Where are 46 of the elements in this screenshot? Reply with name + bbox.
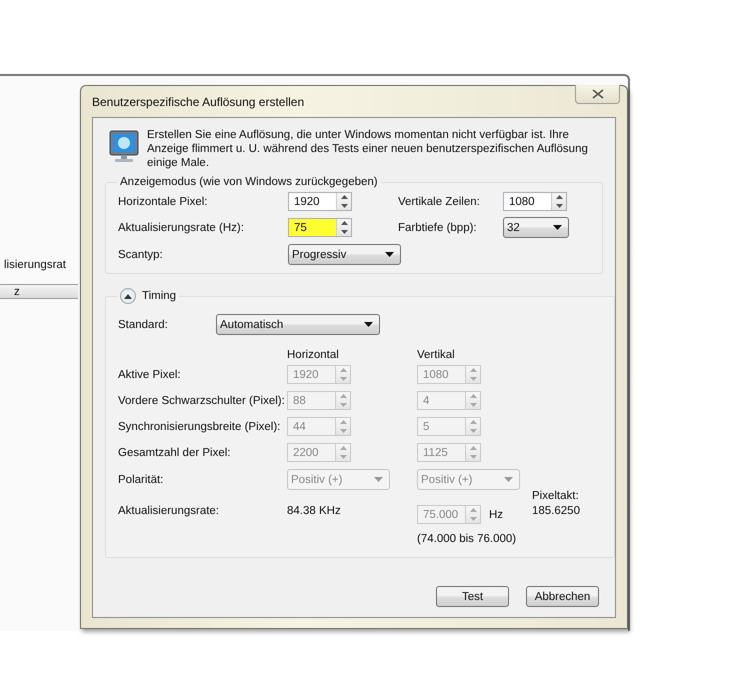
field-label: Synchronisierungsbreite (Pixel): (118, 420, 282, 432)
group-legend: Timing (142, 290, 176, 302)
cancel-button[interactable]: Abbrechen (526, 586, 599, 607)
field-label: Aktive Pixel: (118, 368, 182, 380)
collapse-arrow-icon (124, 294, 132, 298)
field-label: Horizontale Pixel: (118, 196, 208, 208)
spinner-arrows-icon[interactable] (336, 193, 351, 210)
spin-field[interactable]: 1080 (503, 192, 567, 211)
spin-field[interactable]: 1920 (288, 192, 352, 211)
field-label: Vertikale Zeilen: (398, 196, 481, 208)
field-label: Gesamtzahl der Pixel: (118, 446, 232, 458)
rate-value: 84.38 KHz (287, 504, 342, 516)
column-header: Horizontal (287, 349, 340, 361)
field-label: Vordere Schwarzschulter (Pixel): (118, 394, 286, 406)
field-label: Scantyp: (118, 248, 164, 260)
unit-label: Hz (489, 508, 504, 520)
caret-icon (385, 252, 394, 257)
caret-icon (364, 322, 373, 327)
range-text: (74.000 bis 76.000) (417, 533, 518, 545)
field-label: Pixeltakt: (532, 490, 579, 502)
column-header: Vertikal (417, 349, 456, 361)
input-field[interactable]: z (0, 284, 78, 299)
close-button[interactable] (575, 85, 620, 104)
window-title: Benutzerspezifische Auflösung erstellen (92, 95, 304, 109)
pixel-clock-value: 185.6250 (532, 505, 580, 517)
caret-icon (374, 477, 383, 482)
spin-field[interactable]: 75 (288, 218, 352, 237)
close-icon (592, 89, 604, 99)
field-label: Standard: (118, 318, 169, 330)
caret-icon (553, 225, 562, 230)
monitor-icon (109, 130, 139, 164)
collapse-button[interactable] (120, 288, 136, 304)
test-button[interactable]: Test (436, 586, 509, 607)
spinner-arrows-icon[interactable] (551, 193, 566, 210)
dropdown[interactable]: Automatisch (216, 314, 380, 335)
field-label: lisierungsrat (4, 259, 66, 271)
intro-text: Erstellen Sie eine Auflösung, die unter Windows momentan nicht verfügbar ist. Ihre Anzeige flimmert u. U. während des Tests einer neuen benutzerspezifischen Auflösung einige Male. (147, 128, 589, 170)
caret-icon (504, 477, 513, 482)
field-label: Aktualisierungsrate (Hz): (118, 222, 245, 234)
dropdown[interactable]: Progressiv (288, 244, 401, 265)
spinner-arrows-icon[interactable] (336, 219, 351, 236)
field-label: Polarität: (118, 474, 164, 486)
group-legend: Anzeigemodus (wie von Windows zurückgegeben) (117, 176, 381, 188)
dropdown[interactable]: 32 (503, 217, 569, 238)
field-label: Farbtiefe (bpp): (398, 222, 478, 234)
field-label: Aktualisierungsrate: (118, 504, 220, 516)
